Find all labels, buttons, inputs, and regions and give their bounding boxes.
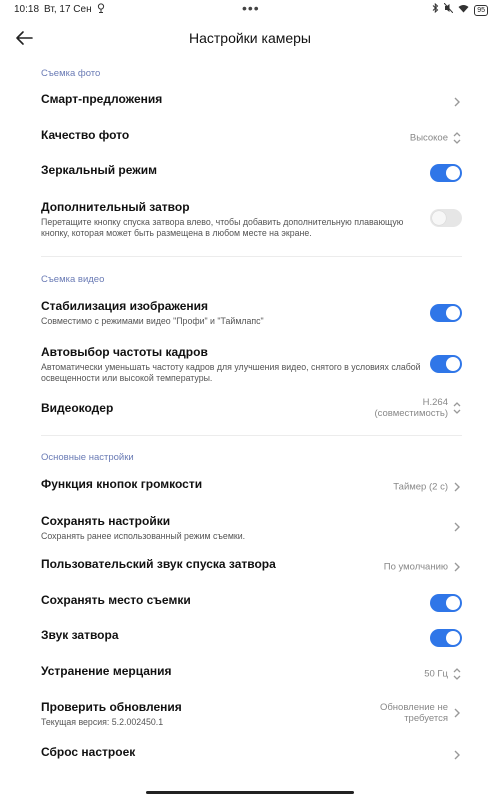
check-updates-value-line2: требуется (404, 713, 448, 724)
auto-fps-row: Автовыбор частоты кадров Автоматически у… (41, 345, 462, 383)
video-encoder-row[interactable]: Видеокодер H.264 (совместимость) (41, 396, 462, 420)
mirror-mode-label: Зеркальный режим (41, 163, 158, 177)
chevron-right-icon (454, 562, 460, 572)
location-icon (97, 3, 105, 16)
chevron-right-icon (454, 97, 460, 107)
smart-suggestions-row[interactable]: Смарт-предложения (41, 92, 462, 112)
toggle-knob (446, 166, 460, 180)
anti-flicker-row[interactable]: Устранение мерцания 50 Гц (41, 664, 462, 684)
mute-icon (443, 2, 454, 16)
home-indicator[interactable] (146, 791, 354, 794)
chevron-right-icon (454, 522, 460, 532)
volume-buttons-row[interactable]: Функция кнопок громкости Таймер (2 с) (41, 477, 462, 497)
save-location-toggle[interactable] (430, 594, 462, 612)
status-time: 10:18 (14, 4, 40, 15)
extra-shutter-toggle[interactable] (430, 209, 462, 227)
check-updates-value: Обновление не требуется (380, 702, 448, 724)
auto-fps-toggle[interactable] (430, 355, 462, 373)
save-location-row: Сохранять место съемки (41, 593, 462, 613)
stabilization-label: Стабилизация изображения (41, 299, 209, 313)
video-encoder-value-line1: H.264 (422, 397, 448, 408)
chevron-right-icon (454, 708, 460, 718)
section-title-video: Съемка видео (41, 274, 105, 285)
divider (41, 435, 462, 436)
reset-label: Сброс настроек (41, 745, 136, 759)
section-title-photo: Съемка фото (41, 68, 101, 79)
header: Настройки камеры (0, 22, 500, 54)
extra-shutter-description: Перетащите кнопку спуска затвора влево, … (41, 217, 404, 238)
anti-flicker-label: Устранение мерцания (41, 664, 172, 678)
save-location-label: Сохранять место съемки (41, 593, 191, 607)
wifi-icon (458, 4, 469, 16)
volume-buttons-value: Таймер (2 с) (393, 481, 448, 493)
up-down-icon (453, 132, 461, 144)
save-settings-label: Сохранять настройки (41, 514, 171, 528)
video-encoder-value-line2: (совместимость) (374, 408, 449, 419)
stabilization-row: Стабилизация изображения Совместимо с ре… (41, 299, 462, 327)
custom-shutter-sound-value: По умолчанию (383, 561, 448, 573)
custom-shutter-sound-row[interactable]: Пользовательский звук спуска затвора По … (41, 557, 462, 577)
save-settings-row[interactable]: Сохранять настройки Сохранять ранее испо… (41, 514, 462, 541)
extra-shutter-row: Дополнительный затвор Перетащите кнопку … (41, 200, 462, 240)
check-updates-row[interactable]: Проверить обновления Текущая версия: 5.2… (41, 700, 462, 727)
smart-suggestions-label: Смарт-предложения (41, 92, 163, 106)
anti-flicker-value: 50 Гц (424, 668, 448, 680)
more-dots-icon: ••• (242, 0, 260, 16)
mirror-mode-row: Зеркальный режим (41, 163, 462, 183)
shutter-sound-row: Звук затвора (41, 628, 462, 648)
status-bar: 10:18 Вт, 17 Сен ••• 95 (0, 0, 500, 18)
video-encoder-value: H.264 (совместимость) (375, 397, 449, 419)
reset-row[interactable]: Сброс настроек (41, 745, 462, 765)
bluetooth-icon (432, 2, 439, 16)
auto-fps-description: Автоматически уменьшать частоту кадров д… (41, 362, 421, 383)
stabilization-description: Совместимо с режимами видео "Профи" и "Т… (41, 316, 264, 326)
divider (41, 256, 462, 257)
stabilization-toggle[interactable] (430, 304, 462, 322)
check-updates-value-line1: Обновление не (379, 702, 448, 713)
toggle-knob (446, 631, 460, 645)
auto-fps-label: Автовыбор частоты кадров (41, 345, 208, 359)
up-down-icon (453, 668, 461, 680)
save-settings-description: Сохранять ранее использованный режим съе… (41, 531, 246, 541)
toggle-knob (446, 306, 460, 320)
photo-quality-value: Высокое (409, 132, 448, 144)
chevron-right-icon (454, 482, 460, 492)
toggle-knob (446, 357, 460, 371)
battery-icon: 95 (474, 4, 488, 16)
photo-quality-row[interactable]: Качество фото Высокое (41, 128, 462, 148)
shutter-sound-toggle[interactable] (430, 629, 462, 647)
up-down-icon (453, 402, 461, 414)
extra-shutter-label: Дополнительный затвор (41, 200, 190, 214)
status-date: Вт, 17 Сен (44, 4, 92, 15)
battery-level: 95 (474, 4, 488, 16)
photo-quality-label: Качество фото (41, 128, 130, 142)
shutter-sound-label: Звук затвора (41, 628, 119, 642)
current-version: Текущая версия: 5.2.002450.1 (41, 717, 164, 727)
toggle-knob (432, 211, 446, 225)
chevron-right-icon (454, 750, 460, 760)
section-title-general: Основные настройки (41, 452, 134, 463)
mirror-mode-toggle[interactable] (430, 164, 462, 182)
page-title: Настройки камеры (188, 30, 311, 46)
toggle-knob (446, 596, 460, 610)
